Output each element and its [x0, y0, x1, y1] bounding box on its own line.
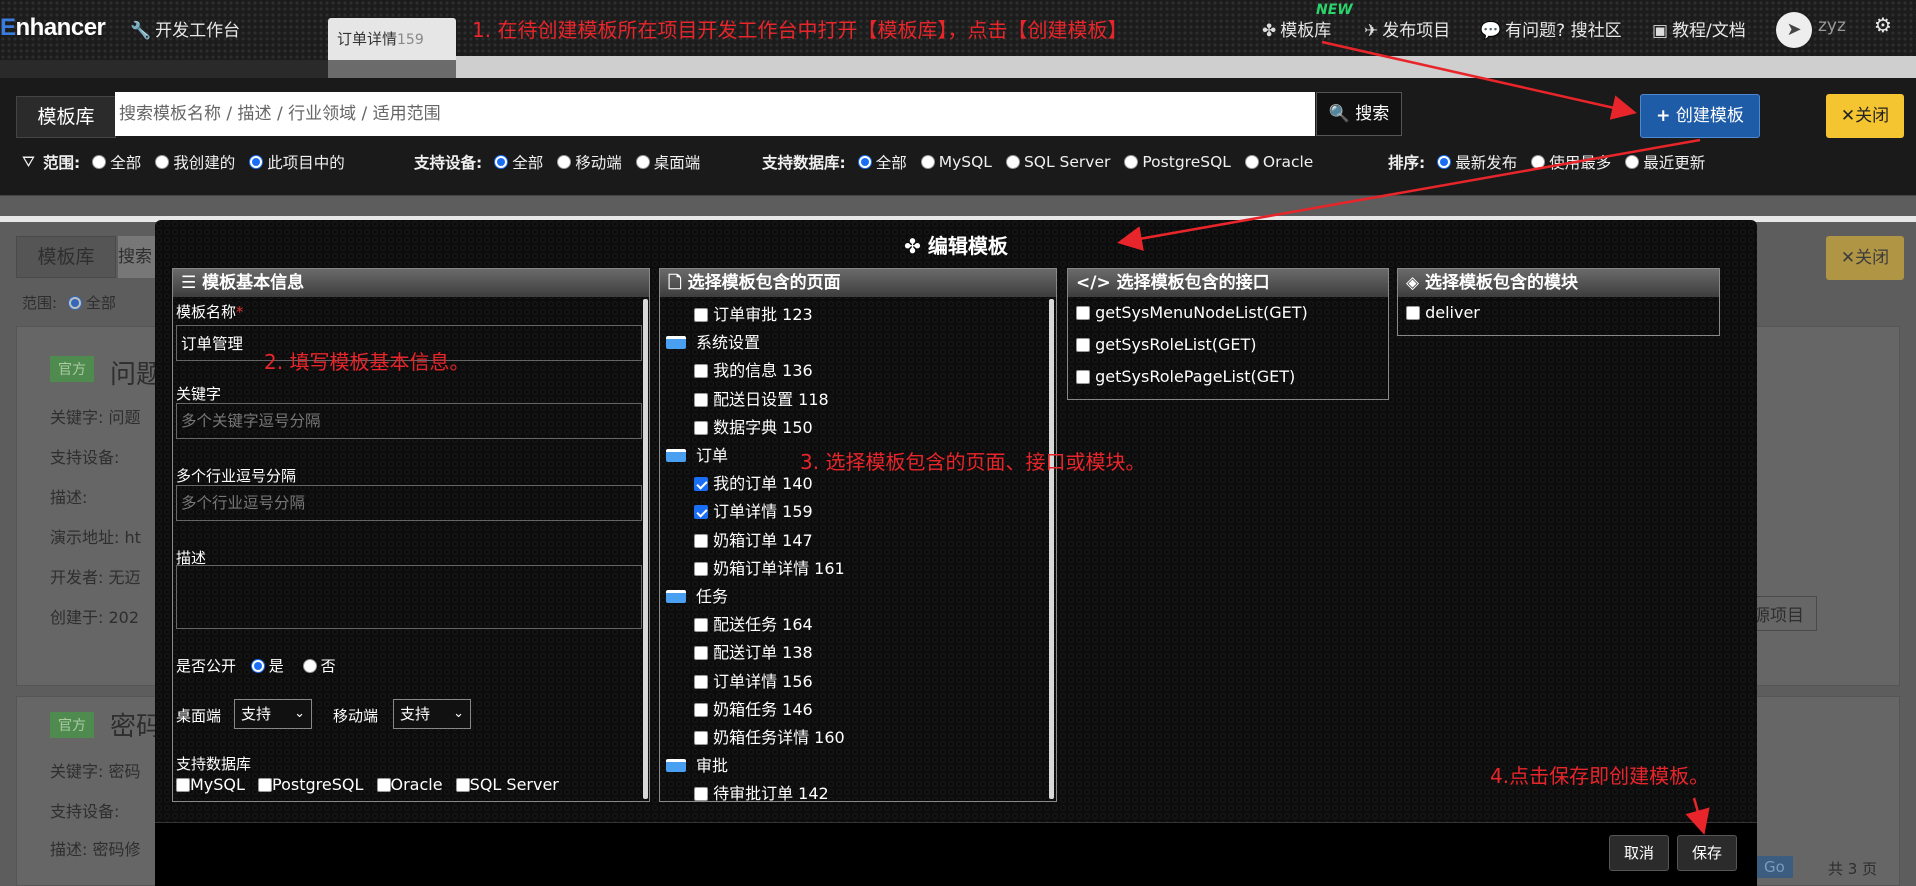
annotation-arrows	[1117, 40, 1710, 835]
arrow-to-save	[1685, 797, 1710, 835]
arrow-to-create	[1321, 40, 1637, 120]
arrow-to-modal	[1117, 138, 1701, 251]
